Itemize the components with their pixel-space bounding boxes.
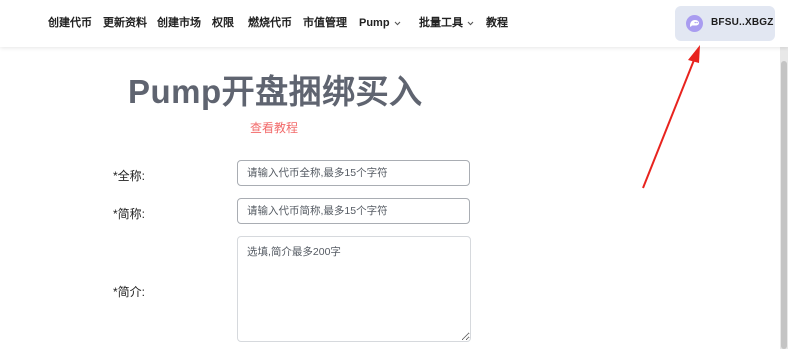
wallet-avatar-icon [686,15,703,32]
wallet-address: BFSU..XBGZ [711,17,774,28]
nav-tutorial[interactable]: 教程 [486,16,508,30]
nav-permissions[interactable]: 权限 [212,16,234,30]
nav-create-market[interactable]: 创建市场 [157,16,201,30]
page-title: Pump开盘捆绑买入 [128,73,423,110]
wallet-button[interactable]: BFSU..XBGZ [675,6,775,41]
nav-batch-tools-dropdown[interactable]: 批量工具 [419,16,474,30]
short-name-label: *简称: [113,207,146,221]
view-tutorial-link[interactable]: 查看教程 [250,119,298,136]
intro-label: *简介: [113,285,146,299]
nav-pump-dropdown[interactable]: Pump [359,16,401,30]
full-name-label: *全称: [113,169,146,183]
scrollbar-thumb[interactable] [781,61,787,349]
nav-update-info[interactable]: 更新资料 [103,16,147,30]
nav-batch-tools-label: 批量工具 [419,17,463,29]
nav-pump-label: Pump [359,17,390,29]
nav-create-token[interactable]: 创建代币 [48,16,92,30]
intro-textarea[interactable] [237,236,471,342]
vertical-scrollbar[interactable] [780,47,788,349]
chevron-down-icon [467,21,474,25]
short-name-input[interactable] [237,198,470,224]
top-navbar: 创建代币 更新资料 创建市场 权限 燃烧代币 市值管理 Pump 批量工具 教程… [0,0,788,47]
chevron-down-icon [394,21,400,25]
nav-burn-token[interactable]: 燃烧代币 [248,16,292,30]
full-name-input[interactable] [237,160,470,186]
nav-market-cap[interactable]: 市值管理 [303,16,347,30]
